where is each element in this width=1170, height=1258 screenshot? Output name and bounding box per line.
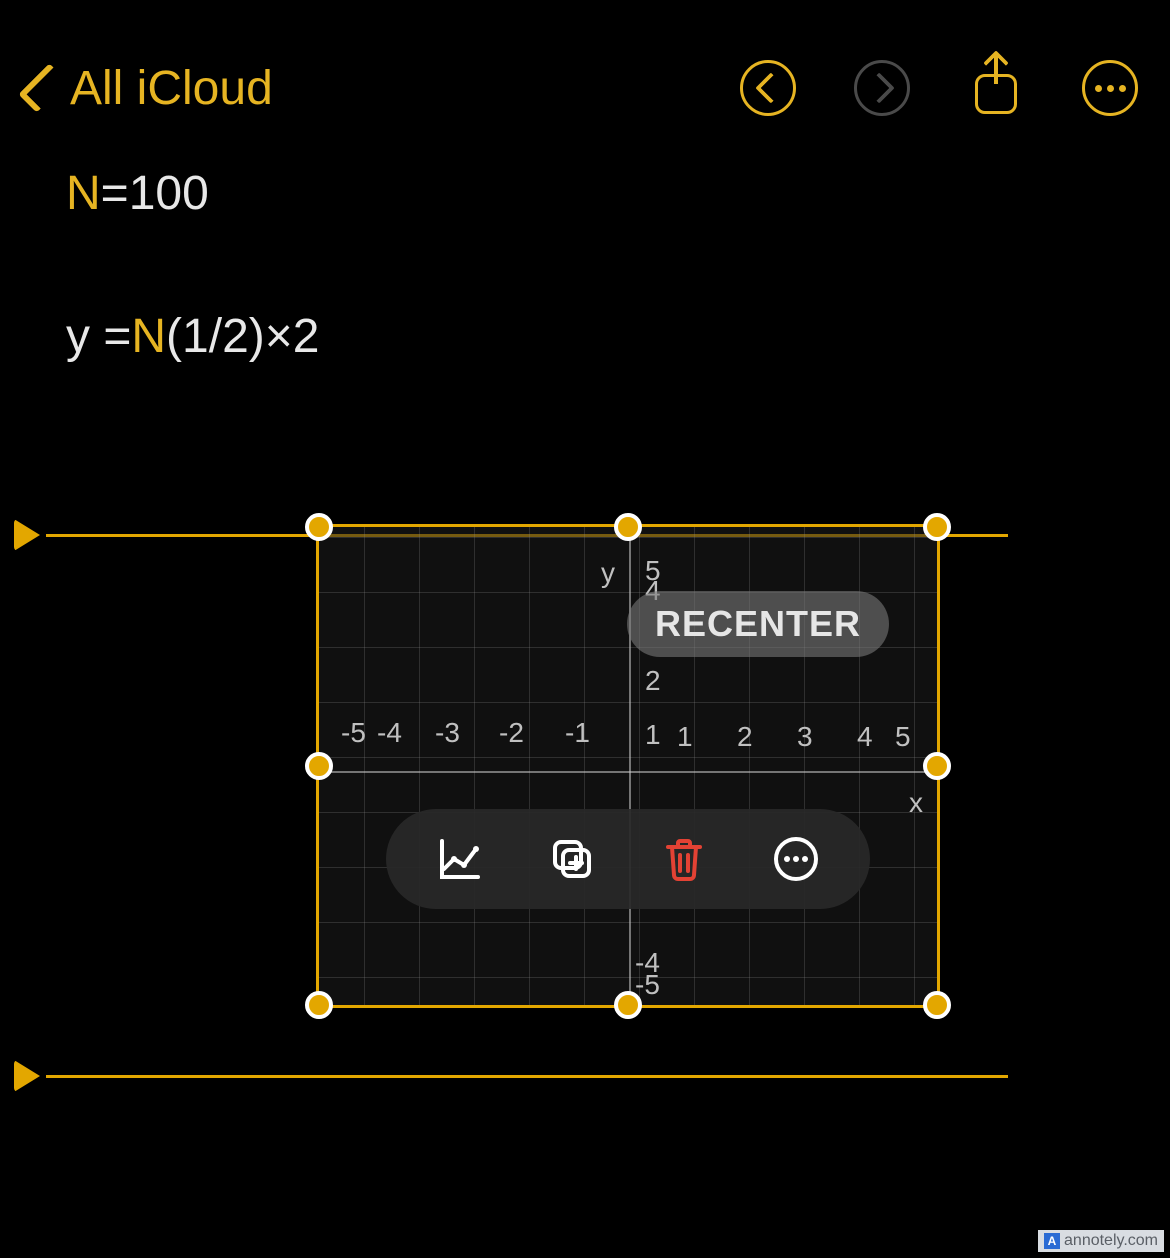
tick-label: 3 xyxy=(797,721,813,753)
toolbar-more-button[interactable] xyxy=(770,833,822,885)
x-axis-label: x xyxy=(909,787,923,819)
tick-label: 2 xyxy=(737,721,753,753)
chevron-left-icon xyxy=(18,63,67,112)
undo-icon xyxy=(740,60,796,116)
copy-plus-icon xyxy=(548,835,596,883)
tick-label: -1 xyxy=(565,717,590,749)
resize-handle[interactable] xyxy=(305,752,333,780)
math-text: =100 xyxy=(101,166,209,221)
nav-actions xyxy=(740,60,1150,116)
undo-button[interactable] xyxy=(740,60,796,116)
graph-toolbar xyxy=(386,809,870,909)
share-icon xyxy=(975,62,1017,114)
resize-handle[interactable] xyxy=(305,513,333,541)
tick-label: -5 xyxy=(341,717,366,749)
line-chart-icon xyxy=(436,835,484,883)
tick-label: 5 xyxy=(895,721,911,753)
recenter-button[interactable]: RECENTER xyxy=(627,591,889,657)
resize-handle[interactable] xyxy=(305,991,333,1019)
resize-handle[interactable] xyxy=(923,752,951,780)
tick-label: 4 xyxy=(857,721,873,753)
redo-icon xyxy=(854,60,910,116)
variable-N: N xyxy=(66,166,101,221)
caret-handle-icon[interactable] xyxy=(14,1060,40,1092)
tick-label: 1 xyxy=(677,721,693,753)
x-axis xyxy=(319,771,937,773)
more-button[interactable] xyxy=(1082,60,1138,116)
back-button[interactable]: All iCloud xyxy=(20,61,273,116)
resize-handle[interactable] xyxy=(614,513,642,541)
watermark-text: annotely.com xyxy=(1064,1232,1158,1250)
note-body[interactable]: N =100 y = N (1/2)×2 xyxy=(66,160,1130,364)
navbar: All iCloud xyxy=(0,48,1170,128)
tick-label: -4 xyxy=(377,717,402,749)
selection-rule xyxy=(46,1075,1008,1078)
tick-label: -3 xyxy=(435,717,460,749)
math-line-1[interactable]: N =100 xyxy=(66,166,1130,221)
back-label: All iCloud xyxy=(70,61,273,116)
watermark: A annotely.com xyxy=(1038,1230,1164,1252)
caret-handle-icon[interactable] xyxy=(14,519,40,551)
math-text: y = xyxy=(66,309,131,364)
more-icon xyxy=(772,835,820,883)
trash-icon xyxy=(660,835,708,883)
y-axis xyxy=(629,527,631,1005)
more-icon xyxy=(1082,60,1138,116)
duplicate-button[interactable] xyxy=(546,833,598,885)
variable-N: N xyxy=(131,309,166,364)
share-button[interactable] xyxy=(968,60,1024,116)
math-text: (1/2)×2 xyxy=(166,309,319,364)
y-axis-label: y xyxy=(601,557,615,589)
chart-type-button[interactable] xyxy=(434,833,486,885)
tick-label: 1 xyxy=(645,719,661,751)
tick-label: -2 xyxy=(499,717,524,749)
graph-object[interactable]: y x 5 4 2 1 -4 -5 -5 -4 -3 -2 -1 1 2 3 4… xyxy=(316,524,940,1008)
resize-handle[interactable] xyxy=(923,513,951,541)
resize-handle[interactable] xyxy=(923,991,951,1019)
math-line-2[interactable]: y = N (1/2)×2 xyxy=(66,309,1130,364)
delete-button[interactable] xyxy=(658,833,710,885)
resize-handle[interactable] xyxy=(614,991,642,1019)
redo-button xyxy=(854,60,910,116)
watermark-logo-icon: A xyxy=(1044,1233,1060,1249)
tick-label: 2 xyxy=(645,665,661,697)
